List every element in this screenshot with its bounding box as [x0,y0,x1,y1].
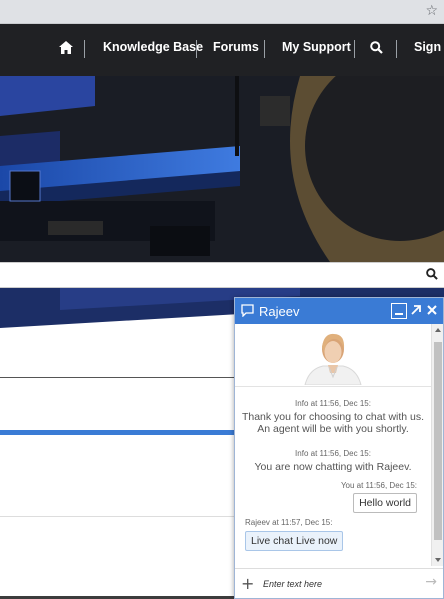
nav-my-support[interactable]: My Support [282,40,351,54]
popout-icon[interactable] [409,303,425,319]
minimize-button[interactable] [391,303,407,319]
message-text: Thank you for choosing to chat with us. … [241,411,425,435]
message-bubble-incoming: Live chat Live now [245,531,344,551]
agent-photo-area [235,324,431,386]
chat-scrollbar[interactable] [431,324,443,566]
close-icon[interactable] [425,303,441,319]
search-icon[interactable] [426,267,438,285]
nav-divider [264,40,265,58]
hero-banner [0,76,444,262]
chat-composer: + → [235,568,443,598]
star-icon[interactable]: ☆ [425,3,438,19]
search-icon[interactable] [370,41,383,59]
message-meta: Info at 11:56, Dec 15: [295,449,371,458]
message-bubble-outgoing: Hello world [353,493,417,513]
browser-toolbar: ☆ [0,0,444,24]
top-navigation: Knowledge Base Forums My Support Sign In [0,24,444,76]
chat-transcript: Info at 11:56, Dec 15: Thank you for cho… [235,386,431,566]
live-chat-widget: Rajeev Info at 11:56, Dec 15: Thank you … [234,297,444,599]
search-bar[interactable] [0,262,444,288]
plus-icon[interactable]: + [241,574,254,593]
chat-header[interactable]: Rajeev [235,298,443,324]
message-meta: You at 11:56, Dec 15: [340,481,417,490]
nav-divider [396,40,397,58]
nav-divider [354,40,355,58]
scroll-down-icon[interactable] [435,558,441,562]
nav-sign-in[interactable]: Sign In [414,40,444,54]
avatar [301,325,365,385]
nav-knowledge-base[interactable]: Knowledge Base [103,40,203,54]
scroll-thumb[interactable] [434,342,442,540]
chat-message-input[interactable] [263,575,413,593]
nav-divider [84,40,85,58]
message-meta: Rajeev at 11:57, Dec 15: [245,518,333,527]
chat-bubble-icon [241,304,254,322]
message-meta: Info at 11:56, Dec 15: [295,399,371,408]
scroll-up-icon[interactable] [435,328,441,332]
divider [0,516,236,517]
divider [0,377,236,378]
message-text: You are now chatting with Rajeev. [254,461,412,473]
nav-forums[interactable]: Forums [213,40,259,54]
nav-divider [196,40,197,58]
progress-bar [0,430,236,435]
send-arrow-icon[interactable]: → [425,574,437,590]
hero-image [0,76,444,262]
chat-agent-name: Rajeev [259,304,300,319]
home-icon[interactable] [59,41,73,59]
